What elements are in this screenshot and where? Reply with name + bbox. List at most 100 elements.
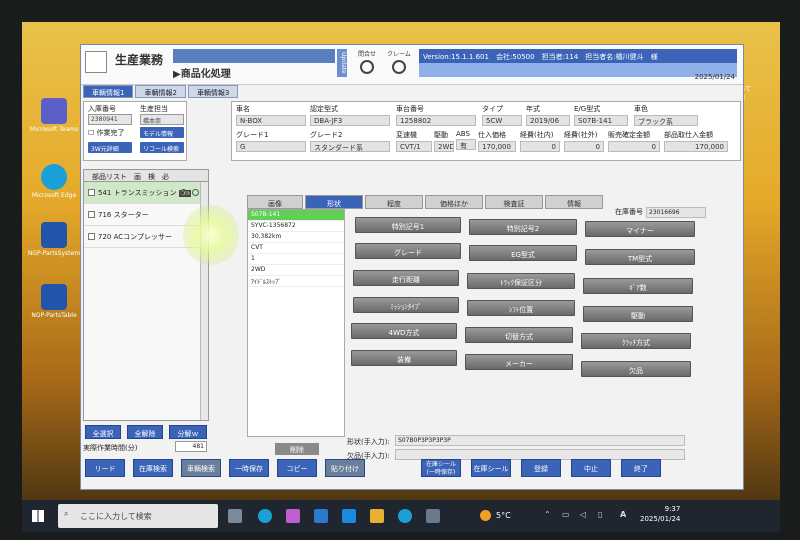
mileage-button[interactable]: 走行距離 xyxy=(353,270,459,286)
radio-button[interactable] xyxy=(180,189,187,196)
steering-wheel-icon xyxy=(392,60,406,74)
tab-shape[interactable]: 形状 xyxy=(305,195,363,209)
switch-method-button[interactable]: 切替方式 xyxy=(465,327,573,343)
work-time-field[interactable]: 481 xyxy=(175,441,207,452)
list-item[interactable]: 30,382km xyxy=(248,232,344,243)
vehicle-search-button[interactable]: 車輌検索 xyxy=(181,459,221,477)
desktop-icon-label: NGP-PartsSystem xyxy=(27,250,81,257)
list-item[interactable]: 2WD xyxy=(248,265,344,276)
recall-search-button[interactable]: リコール検索 xyxy=(140,142,184,153)
paste-button[interactable]: 貼り付け xyxy=(325,459,365,477)
desktop-icon-edge[interactable]: Microsoft Edge xyxy=(24,164,84,199)
edge-taskbar-icon[interactable] xyxy=(258,509,272,523)
list-item[interactable]: SYVC-1356872 xyxy=(248,221,344,232)
battery-icon[interactable]: ▯ xyxy=(598,510,602,519)
split-button[interactable]: 分解ｗ xyxy=(169,425,207,439)
info-value: 170,000 xyxy=(478,141,516,152)
claim-button[interactable]: クレーム xyxy=(383,49,415,79)
work-done-checkbox[interactable]: ☐ 作業完了 xyxy=(88,128,125,138)
part-name: トランスミッション xyxy=(113,189,177,197)
select-all-button[interactable]: 全選択 xyxy=(85,425,121,439)
parts-detail-button[interactable]: 3W元詳細 xyxy=(88,142,132,153)
search-icon: ⌕ xyxy=(64,509,69,518)
mail-icon[interactable] xyxy=(342,509,356,523)
copilot-icon[interactable] xyxy=(286,509,300,523)
delete-button[interactable]: 削除 xyxy=(275,443,319,455)
copy-button[interactable]: コピー xyxy=(277,459,317,477)
stock-seal-temp-button[interactable]: 在庫シール(一時保存) xyxy=(421,459,461,477)
desktop-icon-ngp-table[interactable]: NGP-PartsTable xyxy=(24,284,84,319)
info-grade1: グレード1 G xyxy=(236,130,306,152)
info-purchase-price: 仕入価格 170,000 xyxy=(478,130,516,152)
app-logo-icon xyxy=(85,51,107,73)
special-code1-button[interactable]: 特別記号1 xyxy=(355,217,461,233)
mission-type-button[interactable]: ﾐｯｼｮﾝﾀｲﾌﾟ xyxy=(353,297,459,313)
special-code2-button[interactable]: 特別記号2 xyxy=(469,219,577,235)
tab-vehicle-info-2[interactable]: 車輌情報2 xyxy=(135,85,186,98)
info-value: 5CW xyxy=(482,115,522,126)
inquiry-button[interactable]: 問合せ xyxy=(351,49,383,79)
ime-indicator[interactable]: A xyxy=(620,510,626,519)
taskbar-clock[interactable]: 9:37 2025/01/24 xyxy=(640,504,680,524)
maker-button[interactable]: メーカー xyxy=(465,354,573,370)
info-key: 車名 xyxy=(236,105,250,113)
exit-button[interactable]: 終了 xyxy=(621,459,661,477)
register-button[interactable]: 登録 xyxy=(521,459,561,477)
list-item[interactable]: 1 xyxy=(248,254,344,265)
speaker-icon[interactable]: ◁ xyxy=(580,510,586,519)
info-value: 0 xyxy=(608,141,660,152)
tab-vehicle-info-1[interactable]: 車輌情報1 xyxy=(83,85,134,98)
screen-title: ▶商品化処理 xyxy=(173,65,231,80)
radio-button[interactable] xyxy=(192,189,199,196)
tab-vehicle-info-3[interactable]: 車輌情報3 xyxy=(187,85,239,98)
weather-icon xyxy=(480,510,491,521)
checkbox[interactable] xyxy=(88,211,95,218)
truck-warranty-button[interactable]: ﾄﾗｯｸ保証区分 xyxy=(467,273,575,289)
tab-price[interactable]: 価格ほか xyxy=(425,195,483,209)
folder-icon[interactable] xyxy=(370,509,384,523)
equipment-button[interactable]: 装備 xyxy=(351,350,457,366)
drive-button[interactable]: 駆動 xyxy=(583,306,693,322)
desktop-icon-ngp-parts[interactable]: NGP-PartsSystem xyxy=(24,222,84,257)
checkbox[interactable] xyxy=(88,233,95,240)
store-icon[interactable] xyxy=(314,509,328,523)
clutch-method-button[interactable]: ｸﾗｯﾁ方式 xyxy=(581,333,691,349)
minor-button[interactable]: マイナー xyxy=(585,221,695,237)
info-parts-purchase-amount: 部品取仕入金額 170,000 xyxy=(664,130,728,152)
task-view-icon[interactable] xyxy=(228,509,242,523)
model-info-button[interactable]: モデル情報 xyxy=(140,127,184,138)
list-item[interactable]: ｱｲﾄﾞﾙｽﾄｯﾌﾟ xyxy=(248,276,344,287)
list-item[interactable]: S07B-141 xyxy=(248,210,344,221)
gear-count-button[interactable]: ｷﾞｱ数 xyxy=(583,278,693,294)
grade-button[interactable]: グレード xyxy=(355,243,461,259)
list-item[interactable]: CVT xyxy=(248,243,344,254)
app-taskbar-icon[interactable] xyxy=(426,509,440,523)
tm-type-button[interactable]: TM型式 xyxy=(585,249,695,265)
taskbar-search-input[interactable]: ⌕ ここに入力して検索 xyxy=(58,504,218,528)
info-key: 年式 xyxy=(526,105,540,113)
desktop-icon-teams[interactable]: Microsoft Teams xyxy=(24,98,84,133)
chevron-up-icon[interactable]: ⌃ xyxy=(544,510,551,519)
temp-save-button[interactable]: 一時保存 xyxy=(229,459,269,477)
info-value: 2WD xyxy=(434,141,454,152)
read-button[interactable]: リード xyxy=(85,459,125,477)
clear-all-button[interactable]: 全解除 xyxy=(127,425,163,439)
network-icon[interactable]: ▭ xyxy=(562,510,570,519)
edge-taskbar-icon-2[interactable] xyxy=(398,509,412,523)
tab-info[interactable]: 情報 xyxy=(545,195,603,209)
4wd-method-button[interactable]: 4WD方式 xyxy=(351,323,457,339)
info-type: タイプ 5CW xyxy=(482,104,522,126)
missing-button[interactable]: 欠品 xyxy=(581,361,691,377)
tab-image[interactable]: 画像 xyxy=(247,195,303,209)
tab-inspection[interactable]: 検査証 xyxy=(485,195,543,209)
cancel-button[interactable]: 中止 xyxy=(571,459,611,477)
windows-start-icon[interactable] xyxy=(32,510,44,522)
list-item[interactable]: 541 トランスミッション Cm xyxy=(84,182,208,204)
shape-input-field[interactable]: S07B0P3P3P3P3P xyxy=(395,435,685,446)
checkbox[interactable] xyxy=(88,189,95,196)
stock-search-button[interactable]: 在庫検索 xyxy=(133,459,173,477)
eg-type-button[interactable]: EG型式 xyxy=(469,245,577,261)
shift-position-button[interactable]: ｼﾌﾄ位置 xyxy=(467,300,575,316)
tab-condition[interactable]: 程度 xyxy=(365,195,423,209)
stock-seal-button[interactable]: 在庫シール xyxy=(471,459,511,477)
